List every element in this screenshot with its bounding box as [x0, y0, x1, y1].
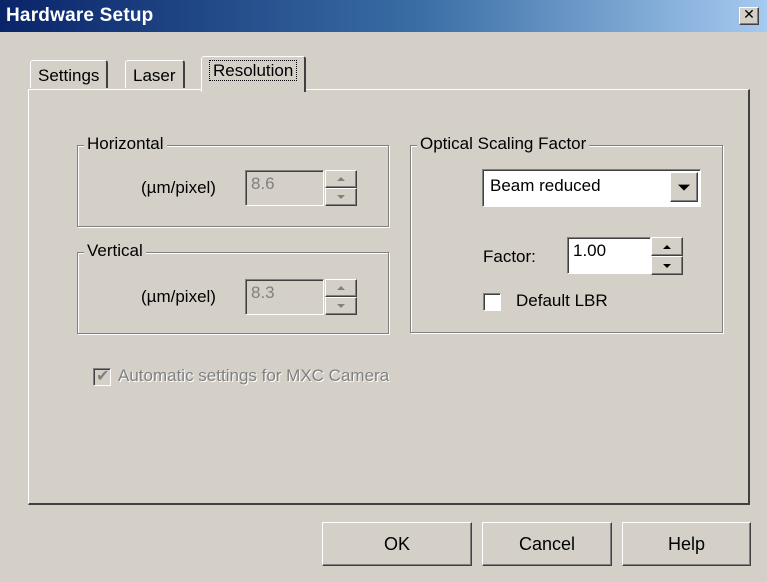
- optical-mode-selected: Beam reduced: [490, 176, 601, 195]
- horizontal-unit-label: (µm/pixel): [141, 178, 216, 197]
- chevron-up-icon: [337, 177, 345, 181]
- hardware-setup-dialog: Hardware Setup ✕ Settings Laser Resoluti…: [0, 0, 767, 582]
- default-lbr-checkbox[interactable]: [483, 293, 501, 311]
- horizontal-group: Horizontal (µm/pixel) 8.6: [77, 134, 389, 227]
- default-lbr-label: Default LBR: [516, 291, 608, 310]
- chevron-down-icon: [663, 263, 671, 268]
- ok-button[interactable]: OK: [322, 522, 472, 566]
- optical-mode-select[interactable]: Beam reduced: [482, 169, 701, 207]
- horizontal-group-legend: Horizontal: [84, 134, 167, 154]
- tab-settings-label: Settings: [38, 66, 100, 85]
- checkmark-icon: ✔: [96, 366, 110, 385]
- vertical-value-field[interactable]: 8.3: [245, 279, 324, 315]
- tab-laser[interactable]: Laser: [125, 60, 185, 88]
- vertical-spin-up[interactable]: [325, 279, 357, 297]
- cancel-button[interactable]: Cancel: [482, 522, 612, 566]
- tab-laser-label: Laser: [133, 66, 176, 85]
- tab-resolution[interactable]: Resolution: [201, 56, 307, 92]
- window-title: Hardware Setup: [6, 5, 154, 26]
- factor-label: Factor:: [483, 247, 536, 266]
- factor-spinner[interactable]: [651, 237, 683, 275]
- help-button[interactable]: Help: [622, 522, 751, 566]
- horizontal-spin-up[interactable]: [325, 170, 357, 188]
- chevron-up-icon: [337, 286, 345, 290]
- optical-scaling-group: Optical Scaling Factor Beam reduced Fact…: [410, 134, 723, 333]
- factor-spin-up[interactable]: [651, 237, 683, 256]
- chevron-up-icon: [663, 244, 671, 249]
- title-bar[interactable]: Hardware Setup ✕: [0, 0, 767, 32]
- chevron-down-icon: [337, 304, 345, 308]
- horizontal-spinner[interactable]: [325, 170, 357, 206]
- vertical-spinner[interactable]: [325, 279, 357, 315]
- tab-settings[interactable]: Settings: [30, 60, 109, 88]
- resolution-tab-panel: Horizontal (µm/pixel) 8.6 Vertical (µm/p…: [28, 89, 750, 505]
- vertical-group-legend: Vertical: [84, 241, 146, 261]
- factor-value-field[interactable]: 1.00: [567, 237, 651, 274]
- chevron-down-icon: [337, 195, 345, 199]
- close-icon: ✕: [743, 7, 755, 23]
- vertical-group: Vertical (µm/pixel) 8.3: [77, 241, 389, 334]
- factor-spin-down[interactable]: [651, 256, 683, 275]
- optical-scaling-legend: Optical Scaling Factor: [417, 134, 590, 154]
- optical-mode-dropdown-button[interactable]: [670, 172, 698, 202]
- vertical-spin-down[interactable]: [325, 297, 357, 315]
- auto-mxc-label: Automatic settings for MXC Camera: [118, 366, 390, 385]
- horizontal-value-field[interactable]: 8.6: [245, 170, 324, 206]
- horizontal-spin-down[interactable]: [325, 188, 357, 206]
- vertical-unit-label: (µm/pixel): [141, 287, 216, 306]
- close-button[interactable]: ✕: [739, 7, 759, 25]
- dropdown-arrow-icon: [678, 184, 690, 191]
- tab-resolution-label: Resolution: [209, 60, 298, 81]
- auto-mxc-checkbox[interactable]: ✔: [93, 366, 111, 386]
